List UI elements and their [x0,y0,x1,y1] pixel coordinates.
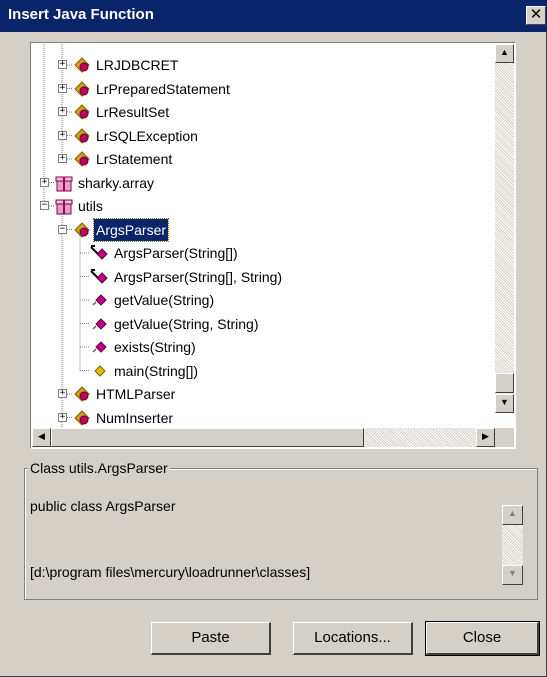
tree-item-label: LrResultSet [96,104,170,120]
scroll-up-icon[interactable]: ▲ [495,44,514,63]
java-class-icon [72,409,92,427]
java-class-icon [72,103,92,121]
horizontal-scroll-track[interactable] [364,428,476,447]
constructor-icon [90,244,110,262]
tree-item-label: utils [78,198,103,214]
tree-item-lrjdbcret[interactable]: + LRJDBCRET [32,54,492,76]
close-icon[interactable]: ✕ [526,6,546,25]
java-class-icon [72,80,92,98]
constructor-icon [90,268,110,286]
expand-icon[interactable]: + [58,154,67,163]
tree-item-label: getValue(String, String) [114,315,259,332]
tree-item-argsparser-string-string[interactable]: ArgsParser(String[], String) [32,266,492,288]
method-icon [90,315,110,333]
tree-item-label: LrSQLException [96,127,198,144]
expand-icon[interactable]: + [58,412,67,422]
scroll-track[interactable] [495,63,514,394]
tree-item-label: LrStatement [96,151,173,167]
tree-item-exists-string[interactable]: exists(String) [32,336,492,358]
tree-item-label: ArgsParser [92,217,170,242]
details-vertical-scrollbar[interactable]: ▲ ▼ [502,505,523,585]
tree-item-label: sharky.array [78,174,154,191]
tree-item-argsparser-string[interactable]: ArgsParser(String[]) [32,242,492,264]
tree-item-getvalue-string-string[interactable]: getValue(String, String) [32,313,492,335]
tree-item-label: LrPreparedStatement [96,80,230,97]
details-scroll-track[interactable] [502,525,523,565]
tree-item-label: exists(String) [114,339,196,355]
package-icon [54,174,74,192]
tree-item-label: ArgsParser(String[], String) [114,268,283,285]
scroll-down-icon[interactable]: ▼ [495,394,514,413]
static-method-icon [90,362,110,380]
expand-icon[interactable]: + [58,107,67,116]
java-class-icon [72,150,92,168]
tree-item-lrpreparedstatement[interactable]: + LrPreparedStatement [32,78,492,100]
class-tree-view[interactable]: + LRJDBCRET + LrPreparedStatement + LrResultS… [30,42,516,449]
expand-icon[interactable]: + [40,177,49,187]
insert-java-function-dialog: Insert Java Function ✕ + LRJDBCRET + LrPrep… [0,0,547,677]
tree-item-argsparser[interactable]: − ArgsParser [32,217,492,242]
collapse-icon[interactable]: − [40,201,49,210]
method-icon [90,291,110,309]
tree-item-getvalue-string[interactable]: getValue(String) [32,289,492,311]
tree-item-label: ArgsParser(String[]) [114,245,238,261]
title-bar[interactable]: Insert Java Function ✕ [0,0,547,32]
class-details-label: Class utils.ArgsParser [28,460,170,476]
tree-item-label: LRJDBCRET [96,57,179,73]
class-declaration-text: public class ArgsParser [30,498,176,514]
java-class-icon [72,221,92,239]
tree-item-label: getValue(String) [114,292,215,308]
expand-icon[interactable]: + [58,389,67,398]
tree-item-sharky-array[interactable]: + sharky.array [32,172,492,194]
tree-item-lrsqlexception[interactable]: + LrSQLException [32,125,492,147]
expand-icon[interactable]: + [58,60,67,69]
locations-button[interactable]: Locations... [293,622,413,655]
java-class-icon [72,385,92,403]
tree-item-label: NumInserter [96,409,174,426]
tree-item-utils[interactable]: − utils [32,195,492,217]
scrollbar-corner [495,428,514,447]
tree-item-label: HTMLParser [96,386,176,402]
class-details-groupbox [24,468,538,600]
tree-item-htmlparser[interactable]: + HTMLParser [32,383,492,405]
java-class-icon [72,127,92,145]
horizontal-scroll-thumb[interactable] [51,428,364,447]
close-button[interactable]: Close [425,621,540,656]
tree-item-lrstatement[interactable]: + LrStatement [32,148,492,170]
scroll-left-icon[interactable]: ◀ [32,428,51,447]
scroll-thumb[interactable] [495,373,514,393]
window-title: Insert Java Function [8,6,154,23]
expand-icon[interactable]: + [58,83,67,93]
paste-button[interactable]: Paste [151,622,271,655]
tree-item-label: main(String[]) [114,362,199,379]
tree-item-numinserter[interactable]: + NumInserter [32,407,492,429]
scroll-right-icon[interactable]: ▶ [476,428,495,447]
java-class-icon [72,56,92,74]
details-scroll-up-icon[interactable]: ▲ [502,505,523,525]
class-path-text: [d:\program files\mercury\loadrunner\cla… [30,564,311,580]
package-icon [54,197,74,215]
tree-content: + LRJDBCRET + LrPreparedStatement + LrResultS… [32,44,514,429]
method-icon [90,338,110,356]
tree-item-lrresultset[interactable]: + LrResultSet [32,101,492,123]
details-scroll-down-icon[interactable]: ▼ [502,565,523,585]
expand-icon[interactable]: + [58,130,67,140]
collapse-icon[interactable]: − [58,224,67,234]
tree-item-main-string[interactable]: main(String[]) [32,360,492,382]
